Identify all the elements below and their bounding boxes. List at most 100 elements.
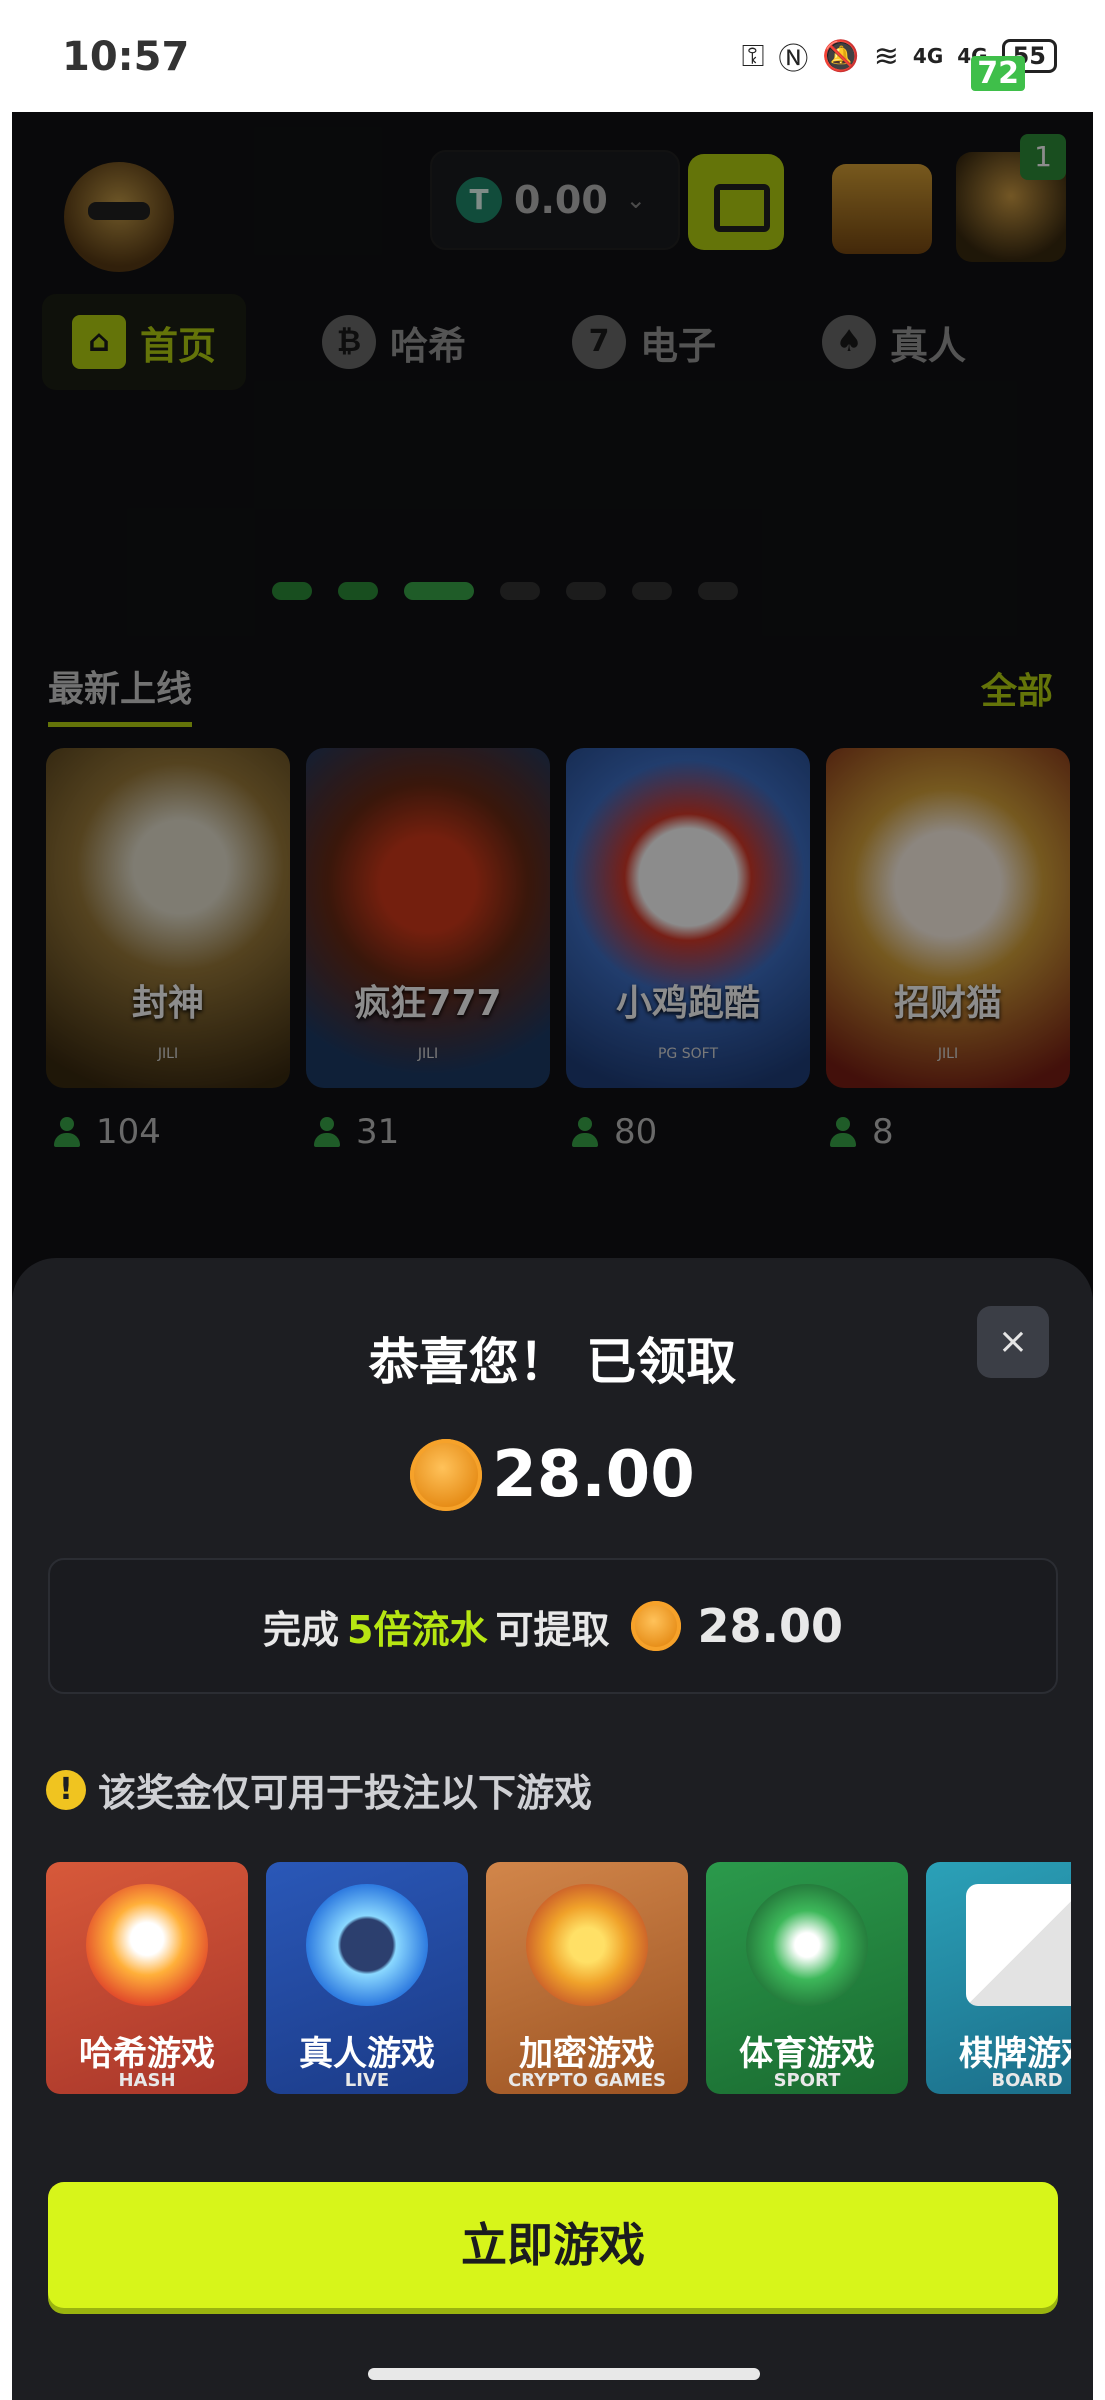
category-hash[interactable]: 哈希游戏 HASH [46,1862,248,2094]
carousel-dot[interactable] [272,582,312,600]
player-count-value: 8 [872,1112,894,1152]
carousel-dot[interactable] [500,582,540,600]
game-name: 小鸡跑酷 [615,983,760,1024]
roulette-icon [306,1884,428,2006]
mute-icon: 🔕 [822,38,860,74]
game-name: 封神 [131,983,204,1024]
eligible-games: 哈希游戏 HASH 真人游戏 LIVE 加密游戏 CRYPTO GAMES 体育… [46,1862,1071,2094]
game-name: 疯狂777 [354,983,502,1024]
wager-amount: 28.00 [697,1599,843,1653]
treasure-chest-icon[interactable] [832,164,932,254]
player-count-value: 80 [614,1112,658,1152]
play-now-button[interactable]: 立即游戏 [48,2182,1058,2308]
wager-multiplier: 5倍流水 [347,1607,488,1652]
balance-amount: 0.00 [514,178,608,222]
wager-suffix: 可提取 [495,1607,610,1652]
reward-value: 28.00 [492,1438,695,1512]
category-sport[interactable]: 体育游戏 SPORT [706,1862,908,2094]
game-card[interactable]: 小鸡跑酷 PG SOFT [566,748,810,1088]
game-card[interactable]: 疯狂777 JILI [306,748,550,1088]
category-name: 棋牌游戏 [959,2034,1071,2074]
player-count: 31 [312,1112,399,1152]
game-provider: PG SOFT [657,1046,718,1062]
player-count-value: 31 [356,1112,400,1152]
warning-icon: ! [46,1769,86,1810]
game-list: 封神 JILI 疯狂777 JILI 小鸡跑酷 PG SOFT 招财猫 JILI [46,748,1070,1088]
category-subtitle: BOARD [991,2070,1063,2091]
carousel-dot[interactable] [566,582,606,600]
game-provider: JILI [417,1046,439,1062]
coin-icon [631,1601,682,1651]
see-all-link[interactable]: 全部 [981,662,1053,714]
category-board[interactable]: 棋牌游戏 BOARD [926,1862,1071,2094]
playing-cards-icon [966,1884,1071,2006]
category-name: 哈希游戏 [79,2034,215,2074]
wifi-icon: ≋ [873,38,899,74]
person-icon [828,1117,858,1147]
nfc-icon: Ⓝ [778,42,809,77]
tab-label: 哈希 [390,323,467,368]
player-count-value: 104 [96,1112,161,1152]
player-count: 104 [52,1112,161,1152]
tab-live[interactable]: ♠ 真人 [792,294,996,390]
notice-text: 该奖金仅可用于投注以下游戏 [98,1771,593,1815]
tab-slots[interactable]: 7 电子 [542,294,746,390]
player-count: 8 [828,1112,894,1152]
status-time: 10:57 [62,34,190,80]
game-name: 招财猫 [893,983,1002,1024]
category-subtitle: SPORT [773,2070,841,2091]
person-icon [570,1117,600,1147]
category-crypto[interactable]: 加密游戏 CRYPTO GAMES [486,1862,688,2094]
game-provider: JILI [157,1046,179,1062]
tab-hash[interactable]: ₿ 哈希 [292,294,496,390]
status-bar: 10:57 ⚿ Ⓝ 🔕 ≋ 4G 4G 55 72 [0,0,1105,112]
carousel-indicator [272,582,738,600]
notification-badge: 1 [1020,134,1066,180]
treasure-box-icon [526,1884,648,2006]
home-icon: ⌂ [72,315,126,369]
category-subtitle: LIVE [344,2070,390,2091]
category-tabs: ⌂ 首页 ₿ 哈希 7 电子 ♠ 真人 [42,294,996,390]
balance-selector[interactable]: T 0.00 ⌄ [430,150,680,250]
carousel-dot[interactable] [338,582,378,600]
soccer-field-icon [746,1884,868,2006]
tab-home[interactable]: ⌂ 首页 [42,294,247,390]
bonus-notice: ! 该奖金仅可用于投注以下游戏 [46,1762,592,1817]
category-name: 体育游戏 [739,2034,875,2074]
tab-label: 首页 [140,323,217,368]
777-icon: 7 [572,315,627,369]
reward-amount: 28.00 [12,1438,1093,1512]
bitcoin-icon: ₿ [322,315,377,369]
category-name: 真人游戏 [299,2034,435,2074]
chevron-down-icon: ⌄ [625,186,646,214]
user-avatar[interactable] [64,162,174,272]
carousel-dot[interactable] [698,582,738,600]
signal-1-icon: 4G [912,44,944,68]
rocket-icon [86,1884,208,2006]
player-count: 80 [570,1112,657,1152]
coin-icon [410,1439,483,1511]
carousel-dot[interactable] [632,582,672,600]
carousel-dot-active[interactable] [404,582,474,600]
game-card[interactable]: 封神 JILI [46,748,290,1088]
game-card[interactable]: 招财猫 JILI [826,748,1070,1088]
sheet-title: 恭喜您！ 已领取 [368,1333,737,1391]
game-provider: JILI [937,1046,959,1062]
wager-prefix: 完成 [263,1607,340,1652]
reward-bottom-sheet: × 恭喜您！ 已领取 28.00 完成 5倍流水 可提取 28.00 ! 该奖金仅可… [12,1258,1093,2400]
tab-label: 电子 [640,323,717,368]
usdt-icon: T [456,177,502,223]
wager-requirement: 完成 5倍流水 可提取 28.00 [48,1558,1058,1694]
category-subtitle: CRYPTO GAMES [507,2070,667,2091]
key-icon: ⚿ [741,38,765,74]
person-icon [52,1117,82,1147]
wallet-button[interactable] [688,154,784,250]
category-live[interactable]: 真人游戏 LIVE [266,1862,468,2094]
section-title: 最新上线 [48,660,193,727]
category-name: 加密游戏 [519,2034,655,2074]
tab-label: 真人 [890,323,967,368]
person-icon [312,1117,342,1147]
home-indicator[interactable] [368,2368,760,2380]
category-subtitle: HASH [118,2070,176,2091]
status-badge: 72 [971,56,1025,91]
